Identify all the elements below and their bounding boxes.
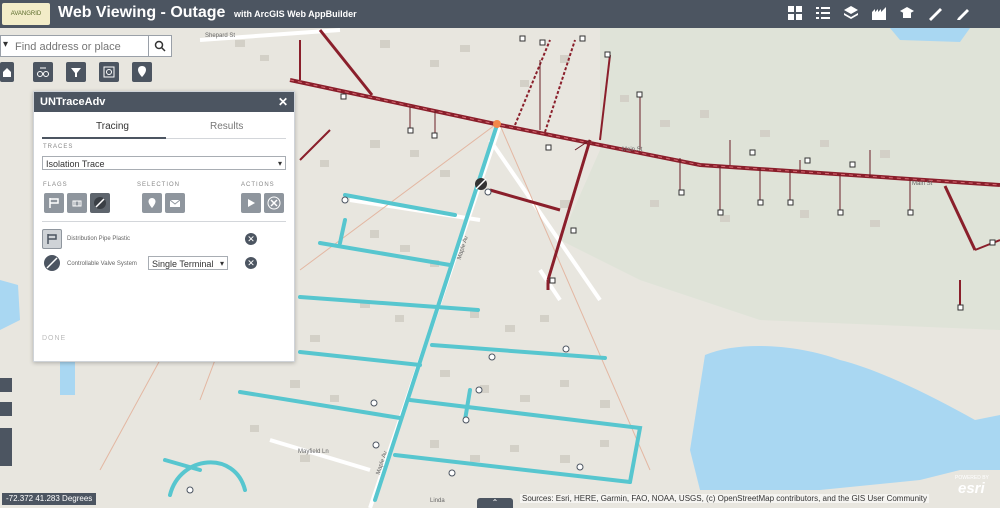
untrace-panel: UNTraceAdv ✕ Tracing Results TRACES Isol… xyxy=(33,91,295,362)
esri-logo: esri xyxy=(958,480,985,497)
locate-icon[interactable] xyxy=(132,62,152,82)
valve-icon xyxy=(94,197,106,209)
home-icon[interactable] xyxy=(0,62,14,82)
barrier-icon xyxy=(72,200,82,207)
add-flag-button[interactable] xyxy=(44,193,64,213)
search-input[interactable] xyxy=(13,38,151,56)
legend-icon[interactable] xyxy=(814,4,832,22)
valve-icon xyxy=(44,255,60,271)
query-icon[interactable] xyxy=(99,62,119,82)
trace-icon[interactable] xyxy=(33,62,53,82)
trace-type-select[interactable]: Isolation Trace ▾ xyxy=(42,156,286,170)
pin-icon xyxy=(148,198,156,208)
search-box[interactable]: ▾ xyxy=(0,35,172,57)
flag-icon xyxy=(47,234,57,244)
selection-label: SELECTION xyxy=(137,182,181,188)
remove-valve-button[interactable]: ✕ xyxy=(245,257,257,269)
basemap-gallery-icon[interactable] xyxy=(786,4,804,22)
street-label: Shepard St xyxy=(205,33,236,39)
panel-tabs: Tracing Results xyxy=(42,112,286,139)
search-button[interactable] xyxy=(148,36,171,56)
flag-icon xyxy=(49,198,59,208)
street-label: Main St xyxy=(912,181,933,187)
draw-icon[interactable] xyxy=(954,4,972,22)
remove-flag-button[interactable]: ✕ xyxy=(245,233,257,245)
coordinate-readout: -72.372 41.283 Degrees xyxy=(2,493,97,505)
done-button[interactable]: DONE xyxy=(42,335,66,342)
run-trace-button[interactable] xyxy=(241,193,261,213)
zoom-out-button[interactable] xyxy=(0,402,12,416)
flag-row-label: Distribution Pipe Plastic xyxy=(67,236,131,242)
app-subtitle: with ArcGIS Web AppBuilder xyxy=(234,9,357,19)
search-icon xyxy=(154,40,166,52)
measure-icon[interactable] xyxy=(926,4,944,22)
app-title: Web Viewing - Outage xyxy=(58,4,226,21)
navigation-control[interactable] xyxy=(0,428,12,466)
traces-label: TRACES xyxy=(43,144,74,150)
flag-row-icon xyxy=(42,229,62,249)
tab-results[interactable]: Results xyxy=(210,121,243,132)
play-icon xyxy=(248,199,255,207)
clear-trace-button[interactable] xyxy=(264,193,284,213)
chevron-down-icon: ▾ xyxy=(219,259,224,268)
select-on-map-button[interactable] xyxy=(142,193,162,213)
valve-row-label: Controllable Valve System xyxy=(67,261,137,267)
panel-title: UNTraceAdv xyxy=(40,96,106,108)
water-body-north xyxy=(890,28,970,42)
trace-start-point xyxy=(493,120,501,128)
actions-label: ACTIONS xyxy=(241,182,275,188)
chevron-down-icon[interactable]: ▾ xyxy=(3,39,8,50)
app-logo: AVANGRID xyxy=(2,3,50,25)
tab-tracing[interactable]: Tracing xyxy=(96,121,129,132)
bookmark-icon[interactable] xyxy=(870,4,888,22)
add-barrier-button[interactable] xyxy=(67,193,87,213)
app-header: AVANGRID Web Viewing - Outage with ArcGI… xyxy=(0,0,1000,28)
layer-list-icon[interactable] xyxy=(842,4,860,22)
filter-icon[interactable] xyxy=(66,62,86,82)
map-attribution: Sources: Esri, HERE, Garmin, FAO, NOAA, … xyxy=(520,494,930,503)
chevron-down-icon: ▾ xyxy=(277,159,282,168)
envelope-icon xyxy=(169,199,181,207)
print-icon[interactable] xyxy=(898,4,916,22)
terminal-select[interactable]: Single Terminal ▾ xyxy=(148,256,228,270)
active-tab-indicator xyxy=(42,137,166,139)
street-label: Mayfield Ln xyxy=(298,449,329,455)
flags-label: FLAGS xyxy=(43,182,68,188)
divider xyxy=(42,221,286,222)
select-by-extent-button[interactable] xyxy=(165,193,185,213)
water-body-pond xyxy=(60,360,75,395)
street-label: Linda xyxy=(430,498,445,504)
clear-icon xyxy=(267,196,281,210)
map-toolbar xyxy=(0,62,152,82)
zoom-in-button[interactable] xyxy=(0,378,12,392)
isolation-valve-button[interactable] xyxy=(90,193,110,213)
panel-title-bar: UNTraceAdv ✕ xyxy=(34,92,294,112)
expand-panel-button[interactable]: ⌃ xyxy=(477,498,513,508)
close-icon[interactable]: ✕ xyxy=(278,92,288,112)
street-label: Main St xyxy=(622,147,643,153)
